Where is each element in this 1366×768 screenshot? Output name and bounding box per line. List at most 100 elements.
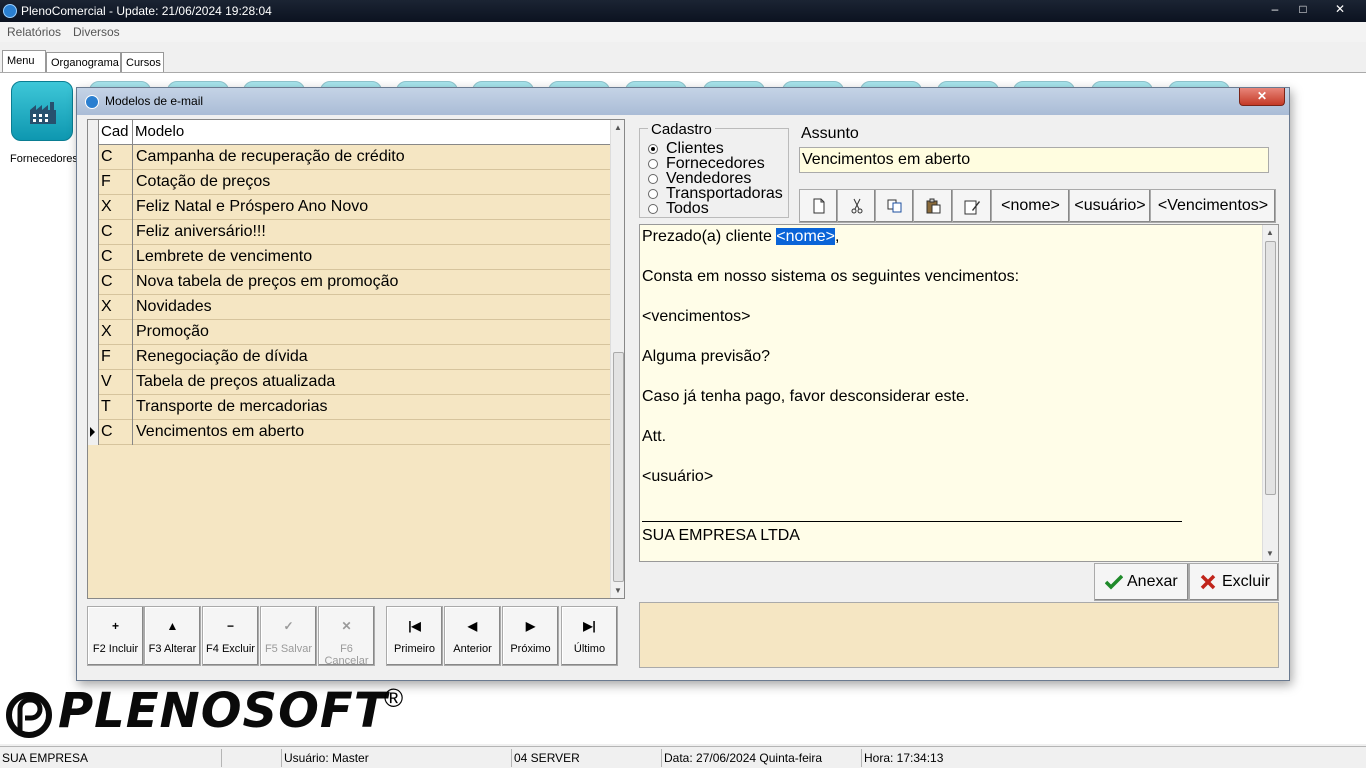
grid-header: Cad Modelo (88, 120, 610, 145)
row-indicator (88, 170, 99, 195)
close-icon[interactable]: ✕ (1320, 1, 1360, 19)
cell-cad: X (99, 320, 133, 345)
nav-label: F2 Incluir (92, 643, 139, 655)
dialog-titlebar: Modelos de e-mail ✕ (77, 88, 1289, 115)
menu-diversos[interactable]: Diversos (73, 25, 120, 39)
body-line: Consta em nosso sistema os seguintes ven… (642, 268, 1020, 285)
maximize-icon[interactable]: □ (1290, 1, 1316, 19)
table-row[interactable]: C Lembrete de vencimento (88, 245, 610, 270)
table-row[interactable]: V Tabela de preços atualizada (88, 370, 610, 395)
cell-modelo: Cotação de preços (136, 173, 271, 190)
row-indicator (88, 145, 99, 170)
incluir-button[interactable]: + F2 Incluir (87, 606, 144, 666)
menu-bar: Relatórios Diversos (0, 22, 1366, 42)
tab-cursos[interactable]: Cursos (121, 52, 164, 72)
cell-cad: C (99, 245, 133, 270)
templates-grid: Cad Modelo C Campanha de recuperação de c… (87, 119, 625, 599)
cell-cad: X (99, 195, 133, 220)
radio-dot[interactable] (648, 174, 658, 184)
cell-modelo: Novidades (136, 298, 212, 315)
proximo-button[interactable]: ▶ Próximo (502, 606, 559, 666)
tab-organograma[interactable]: Organograma (46, 52, 121, 72)
cell-modelo: Vencimentos em aberto (136, 423, 305, 440)
nav-glyph-icon: + (111, 619, 119, 633)
row-indicator (88, 320, 99, 345)
salvar-button[interactable]: ✓ F5 Salvar (260, 606, 317, 666)
insert-usuario-button[interactable]: <usuário> (1069, 189, 1151, 223)
scroll-up-icon[interactable]: ▲ (1266, 228, 1274, 237)
ultimo-button[interactable]: ▶| Último (561, 606, 618, 666)
cell-cad: C (99, 270, 133, 295)
table-row[interactable]: T Transporte de mercadorias (88, 395, 610, 420)
nav-glyph-icon: ▲ (166, 619, 179, 633)
nav-label: Anterior (453, 643, 492, 655)
anexar-button[interactable]: Anexar (1094, 563, 1189, 601)
table-row[interactable]: C Campanha de recuperação de crédito (88, 145, 610, 170)
new-document-icon (813, 198, 824, 214)
grid-header-cad[interactable]: Cad (99, 120, 133, 145)
scroll-down-icon[interactable]: ▼ (1266, 549, 1274, 558)
nav-label: Próximo (510, 643, 551, 655)
cell-modelo: Feliz Natal e Próspero Ano Novo (136, 198, 369, 215)
cut-button[interactable] (837, 189, 876, 223)
signature-divider (642, 521, 1182, 522)
grid-header-modelo[interactable]: Modelo (133, 120, 610, 145)
table-row[interactable]: C Feliz aniversário!!! (88, 220, 610, 245)
excluir-button[interactable]: − F4 Excluir (202, 606, 259, 666)
paste-button[interactable] (913, 189, 953, 223)
minimize-icon[interactable]: – (1262, 1, 1288, 19)
edit-button[interactable] (952, 189, 992, 223)
row-indicator (88, 295, 99, 320)
radio-dot[interactable] (648, 204, 658, 214)
check-icon (1105, 574, 1123, 590)
body-line: Caso já tenha pago, favor desconsiderar … (642, 388, 970, 405)
editor-scrollbar[interactable]: ▲ ▼ (1262, 225, 1278, 561)
table-row[interactable]: F Renegociação de dívida (88, 345, 610, 370)
insert-vencimentos-button[interactable]: <Vencimentos> (1150, 189, 1276, 223)
cancelar-button[interactable]: ✕ F6 Cancelar (318, 606, 375, 667)
anexar-label: Anexar (1127, 573, 1178, 590)
radio-dot[interactable] (648, 144, 658, 154)
new-document-button[interactable] (799, 189, 838, 223)
cell-cad: F (99, 345, 133, 370)
email-templates-dialog: Modelos de e-mail ✕ Cad Modelo C Campanha… (76, 87, 1290, 681)
body-selected-tag: <nome> (776, 228, 836, 245)
logo-text: PLENOSOFT (58, 683, 388, 739)
excluir-attachment-button[interactable]: Excluir (1189, 563, 1279, 601)
cadastro-legend: Cadastro (648, 121, 715, 138)
factory-icon (30, 102, 56, 124)
status-bar: SUA EMPRESA Usuário: Master 04 SERVER Da… (0, 746, 1366, 768)
table-row[interactable]: C Nova tabela de preços em promoção (88, 270, 610, 295)
anterior-button[interactable]: ◀ Anterior (444, 606, 501, 666)
insert-nome-button[interactable]: <nome> (991, 189, 1070, 223)
primeiro-button[interactable]: |◀ Primeiro (386, 606, 443, 666)
dialog-close-icon[interactable]: ✕ (1239, 88, 1285, 106)
table-row[interactable]: C Vencimentos em aberto (88, 420, 610, 445)
edit-icon (964, 200, 980, 215)
alterar-button[interactable]: ▲ F3 Alterar (144, 606, 201, 666)
copy-button[interactable] (875, 189, 914, 223)
radio-dot[interactable] (648, 159, 658, 169)
assunto-input[interactable]: Vencimentos em aberto (799, 147, 1269, 173)
nav-label: F4 Excluir (206, 643, 255, 655)
fornecedores-label: Fornecedores (10, 153, 78, 165)
table-row[interactable]: F Cotação de preços (88, 170, 610, 195)
radio-dot[interactable] (648, 189, 658, 199)
scroll-thumb[interactable] (613, 352, 624, 582)
scroll-up-icon[interactable]: ▲ (614, 123, 622, 132)
row-indicator (88, 270, 99, 295)
scroll-thumb[interactable] (1265, 241, 1276, 495)
nav-glyph-icon: ▶| (583, 619, 596, 633)
table-row[interactable]: X Novidades (88, 295, 610, 320)
scroll-down-icon[interactable]: ▼ (614, 586, 622, 595)
cell-cad: T (99, 395, 133, 420)
menu-relatorios[interactable]: Relatórios (7, 25, 61, 39)
attachments-area[interactable] (639, 602, 1279, 668)
table-row[interactable]: X Promoção (88, 320, 610, 345)
email-body-editor[interactable]: Prezado(a) cliente <nome>, Consta em nos… (639, 224, 1279, 562)
nav-label: Último (573, 643, 606, 655)
grid-scrollbar[interactable]: ▲ ▼ (610, 120, 624, 598)
tab-menu[interactable]: Menu (2, 50, 46, 72)
fornecedores-shortcut[interactable] (11, 81, 73, 141)
table-row[interactable]: X Feliz Natal e Próspero Ano Novo (88, 195, 610, 220)
